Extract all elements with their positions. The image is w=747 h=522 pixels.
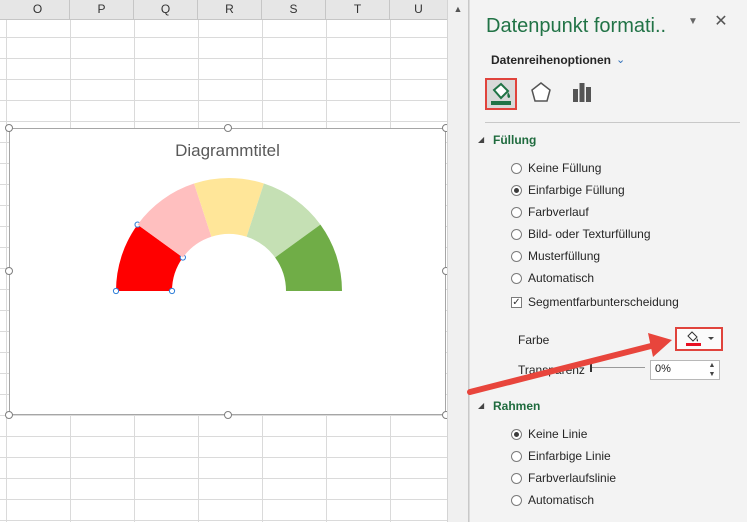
chevron-down-icon[interactable]: ⌄ xyxy=(616,53,625,66)
radio-button[interactable] xyxy=(511,494,522,506)
border-option-solid[interactable]: Einfarbige Linie xyxy=(511,448,611,464)
pane-scrollbar[interactable] xyxy=(742,121,747,522)
option-label: Farbverlaufslinie xyxy=(528,471,617,485)
option-label: Farbverlauf xyxy=(528,205,589,219)
gauge-chart[interactable] xyxy=(10,129,447,416)
chart-resize-handle-sw[interactable] xyxy=(5,411,13,419)
segment-selection-handle-1[interactable] xyxy=(112,287,120,295)
color-swatch xyxy=(686,343,701,346)
radio-button[interactable] xyxy=(511,228,522,240)
fill-color-picker-button[interactable] xyxy=(675,327,723,351)
transparency-spinner[interactable]: 0% ▲ ▼ xyxy=(650,360,720,380)
radio-button[interactable] xyxy=(511,472,522,484)
chart-resize-handle-nw[interactable] xyxy=(5,124,13,132)
segment-selection-handle-4[interactable] xyxy=(168,287,176,295)
transparency-slider-track[interactable] xyxy=(590,367,645,368)
scroll-up-icon[interactable]: ▲ xyxy=(452,3,464,15)
fill-option-none[interactable]: Keine Füllung xyxy=(511,160,601,176)
radio-button[interactable] xyxy=(511,250,522,262)
fill-option-solid[interactable]: Einfarbige Füllung xyxy=(511,182,625,198)
divider xyxy=(485,122,740,123)
close-icon[interactable]: ✕ xyxy=(712,12,730,32)
color-label: Farbe xyxy=(518,333,550,347)
option-label: Keine Linie xyxy=(528,427,588,441)
worksheet[interactable]: O P Q R S T U Diagrammtitel xyxy=(0,0,447,522)
format-data-point-pane: Datenpunkt formati.. ▼ ✕ Datenreihenopti… xyxy=(469,0,747,522)
border-option-gradient[interactable]: Farbverlaufslinie xyxy=(511,470,616,486)
paint-bucket-icon xyxy=(491,82,511,105)
option-label: Bild- oder Texturfüllung xyxy=(528,227,651,241)
transparency-label: Transparenz xyxy=(518,363,585,377)
fill-option-gradient[interactable]: Farbverlauf xyxy=(511,204,589,220)
bar-chart-icon xyxy=(573,83,591,102)
option-label: Einfarbige Linie xyxy=(528,449,611,463)
pentagon-icon xyxy=(531,82,551,102)
checkbox-label: Segmentfarbunterscheidung xyxy=(528,295,679,309)
chart-area[interactable]: Diagrammtitel xyxy=(9,128,446,415)
transparency-slider-thumb[interactable] xyxy=(590,363,592,372)
fill-option-picture[interactable]: Bild- oder Texturfüllung xyxy=(511,226,651,242)
vertical-scrollbar[interactable]: ▲ xyxy=(447,0,469,522)
collapse-triangle-icon[interactable]: ◢ xyxy=(478,135,484,144)
spin-up-icon[interactable]: ▲ xyxy=(707,362,717,370)
column-header-q[interactable]: Q xyxy=(134,0,198,19)
radio-button[interactable] xyxy=(511,206,522,218)
border-section-title: Rahmen xyxy=(493,399,541,413)
collapse-triangle-icon[interactable]: ◢ xyxy=(478,401,484,410)
spin-down-icon[interactable]: ▼ xyxy=(707,371,717,379)
fill-section-header[interactable]: ◢ Füllung xyxy=(478,133,537,147)
option-label: Einfarbige Füllung xyxy=(528,183,625,197)
radio-button[interactable] xyxy=(511,162,522,174)
fill-option-pattern[interactable]: Musterfüllung xyxy=(511,248,600,264)
chart-resize-handle-n[interactable] xyxy=(224,124,232,132)
column-header-t[interactable]: T xyxy=(326,0,390,19)
option-label: Musterfüllung xyxy=(528,249,601,263)
fill-color-icon xyxy=(686,331,714,346)
border-option-automatic[interactable]: Automatisch xyxy=(511,492,594,508)
pane-options-chevron-icon[interactable]: ▼ xyxy=(686,16,700,28)
option-label: Keine Füllung xyxy=(528,161,602,175)
fill-line-tab[interactable] xyxy=(485,78,517,110)
series-options-tab[interactable] xyxy=(568,78,600,110)
radio-button[interactable] xyxy=(511,428,522,440)
pane-title: Datenpunkt formati.. xyxy=(486,15,667,37)
radio-button[interactable] xyxy=(511,272,522,284)
border-section-header[interactable]: ◢ Rahmen xyxy=(478,399,541,413)
radio-button[interactable] xyxy=(511,450,522,462)
column-header-u[interactable]: U xyxy=(390,0,447,19)
fill-section-title: Füllung xyxy=(493,133,537,147)
radio-button[interactable] xyxy=(511,184,522,196)
border-option-none[interactable]: Keine Linie xyxy=(511,426,587,442)
chart-resize-handle-w[interactable] xyxy=(5,267,13,275)
checkbox[interactable]: ✓ xyxy=(511,296,522,308)
vary-colors-checkbox[interactable]: ✓ Segmentfarbunterscheidung xyxy=(511,294,679,310)
column-header-r[interactable]: R xyxy=(198,0,262,19)
series-options-dropdown[interactable]: Datenreihenoptionen xyxy=(491,53,611,67)
transparency-value[interactable]: 0% xyxy=(655,363,671,375)
column-header-p[interactable]: P xyxy=(70,0,134,19)
column-header-row: O P Q R S T U xyxy=(0,0,447,20)
effects-tab[interactable] xyxy=(527,78,559,110)
option-label: Automatisch xyxy=(528,493,595,507)
fill-option-automatic[interactable]: Automatisch xyxy=(511,270,594,286)
column-header-o[interactable]: O xyxy=(6,0,70,19)
column-header-s[interactable]: S xyxy=(262,0,326,19)
option-label: Automatisch xyxy=(528,271,595,285)
chart-resize-handle-s[interactable] xyxy=(224,411,232,419)
